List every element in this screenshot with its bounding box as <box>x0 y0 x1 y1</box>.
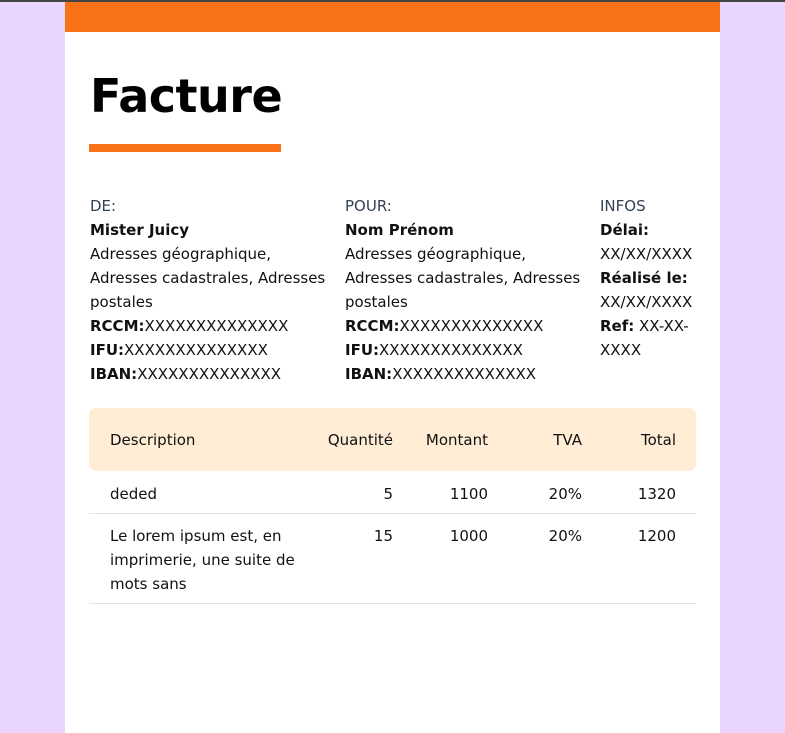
ifu-value: XXXXXXXXXXXXXX <box>379 341 523 359</box>
to-section: POUR: Nom Prénom Adresses géographique, … <box>345 194 595 386</box>
from-ifu: IFU:XXXXXXXXXXXXXX <box>90 338 340 362</box>
ifu-label: IFU: <box>90 341 125 359</box>
cell-tva: 20% <box>548 485 582 503</box>
ref-label: Ref: <box>600 317 635 335</box>
items-table: Description Quantité Montant TVA Total d… <box>89 408 696 604</box>
from-address: Adresses géographique, Adresses cadastra… <box>90 245 326 311</box>
cell-total: 1200 <box>637 527 676 545</box>
delai-value: XX/XX/XXXX <box>600 245 693 263</box>
from-iban: IBAN:XXXXXXXXXXXXXX <box>90 362 340 386</box>
from-section: DE: Mister Juicy Adresses géographique, … <box>90 194 340 386</box>
cell-total: 1320 <box>637 485 676 503</box>
header-total: Total <box>640 431 676 449</box>
invoice-page: Facture DE: Mister Juicy Adresses géogra… <box>65 2 720 733</box>
from-rccm: RCCM:XXXXXXXXXXXXXX <box>90 314 340 338</box>
header-description: Description <box>110 431 196 449</box>
table-row: deded 5 1100 20% 1320 <box>89 471 696 514</box>
table-header: Description Quantité Montant TVA Total <box>89 408 696 471</box>
header-tva: TVA <box>553 431 582 449</box>
delai-label: Délai: <box>600 221 650 239</box>
iban-value: XXXXXXXXXXXXXX <box>392 365 537 383</box>
rccm-label: RCCM: <box>345 317 400 335</box>
infos-section: INFOS Délai: XX/XX/XXXX Réalisé le: XX/X… <box>600 194 700 362</box>
to-address: Adresses géographique, Adresses cadastra… <box>345 245 581 311</box>
to-rccm: RCCM:XXXXXXXXXXXXXX <box>345 314 595 338</box>
title-underline <box>89 144 281 152</box>
to-heading: POUR: <box>345 197 392 215</box>
cell-quantite: 5 <box>383 485 393 503</box>
iban-label: IBAN: <box>90 365 138 383</box>
cell-montant: 1100 <box>449 485 488 503</box>
ifu-label: IFU: <box>345 341 380 359</box>
infos-heading: INFOS <box>600 197 646 215</box>
from-name: Mister Juicy <box>90 221 190 239</box>
header-montant: Montant <box>425 431 488 449</box>
ifu-value: XXXXXXXXXXXXXX <box>124 341 268 359</box>
header-accent-bar <box>65 2 720 32</box>
cell-tva: 20% <box>548 527 582 545</box>
cell-description: Le lorem ipsum est, en imprimerie, une s… <box>110 527 295 593</box>
ref-line: Ref: XX-XX-XXXX <box>600 314 700 362</box>
cell-quantite: 15 <box>373 527 393 545</box>
cell-description: deded <box>110 485 158 503</box>
rccm-label: RCCM: <box>90 317 145 335</box>
realise-value: XX/XX/XXXX <box>600 293 693 311</box>
to-ifu: IFU:XXXXXXXXXXXXXX <box>345 338 595 362</box>
header-quantite: Quantité <box>327 431 393 449</box>
cell-montant: 1000 <box>449 527 488 545</box>
page-title: Facture <box>90 69 283 123</box>
to-name: Nom Prénom <box>345 221 454 239</box>
iban-label: IBAN: <box>345 365 393 383</box>
from-heading: DE: <box>90 197 117 215</box>
table-row: Le lorem ipsum est, en imprimerie, une s… <box>89 514 696 604</box>
to-iban: IBAN:XXXXXXXXXXXXXX <box>345 362 595 386</box>
rccm-value: XXXXXXXXXXXXXX <box>399 317 544 335</box>
realise-label: Réalisé le: <box>600 269 688 287</box>
rccm-value: XXXXXXXXXXXXXX <box>144 317 289 335</box>
iban-value: XXXXXXXXXXXXXX <box>137 365 282 383</box>
